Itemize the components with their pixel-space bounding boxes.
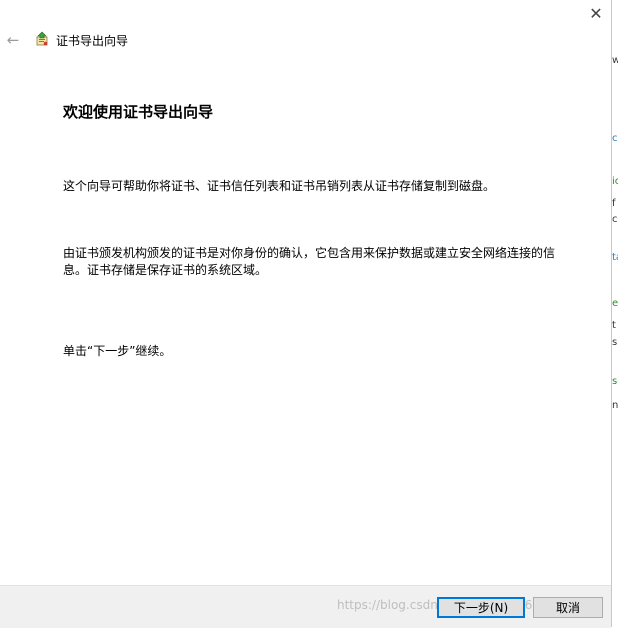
intro-paragraph: 这个向导可帮助你将证书、证书信任列表和证书吊销列表从证书存储复制到磁盘。 — [63, 179, 496, 193]
background-text-fragment: f — [612, 198, 616, 209]
page-heading: 欢迎使用证书导出向导 — [63, 103, 214, 121]
description-line-1: 由证书颁发机构颁发的证书是对你身份的确认，它包含用来保护数据或建立安全网络连接的… — [63, 246, 556, 260]
background-text-fragment: c — [612, 214, 618, 225]
description-paragraph: 由证书颁发机构颁发的证书是对你身份的确认，它包含用来保护数据或建立安全网络连接的… — [63, 245, 573, 279]
certificate-export-icon — [36, 31, 48, 46]
cancel-button[interactable]: 取消 — [533, 597, 603, 618]
background-text-fragment: se — [612, 376, 618, 387]
background-text-fragment: ic — [612, 176, 618, 187]
next-button[interactable]: 下一步(N) — [437, 597, 525, 618]
background-text-fragment: t — [612, 320, 616, 331]
background-text-fragment: w — [612, 55, 618, 66]
background-text-fragment: ta — [612, 252, 618, 263]
background-text-fragment: n — [612, 400, 618, 411]
continue-instruction: 单击“下一步”继续。 — [63, 344, 172, 358]
description-line-2: 息。证书存储是保存证书的系统区域。 — [63, 263, 268, 277]
background-text-fragment: s — [612, 337, 618, 348]
background-window-edge: w cu ic f c ta ec t s se n — [612, 0, 618, 627]
certificate-export-wizard-dialog: ✕ ← 证书导出向导 欢迎使用证书导出向导 这个向导可帮助你将证书、证书信任列表… — [0, 0, 612, 628]
background-text-fragment: ec — [612, 298, 618, 309]
close-icon[interactable]: ✕ — [584, 2, 608, 24]
wizard-title: 证书导出向导 — [56, 34, 129, 48]
wizard-title-bar: ← 证书导出向导 — [0, 28, 611, 54]
background-text-fragment: cu — [612, 133, 618, 144]
back-arrow-icon[interactable]: ← — [4, 30, 22, 50]
